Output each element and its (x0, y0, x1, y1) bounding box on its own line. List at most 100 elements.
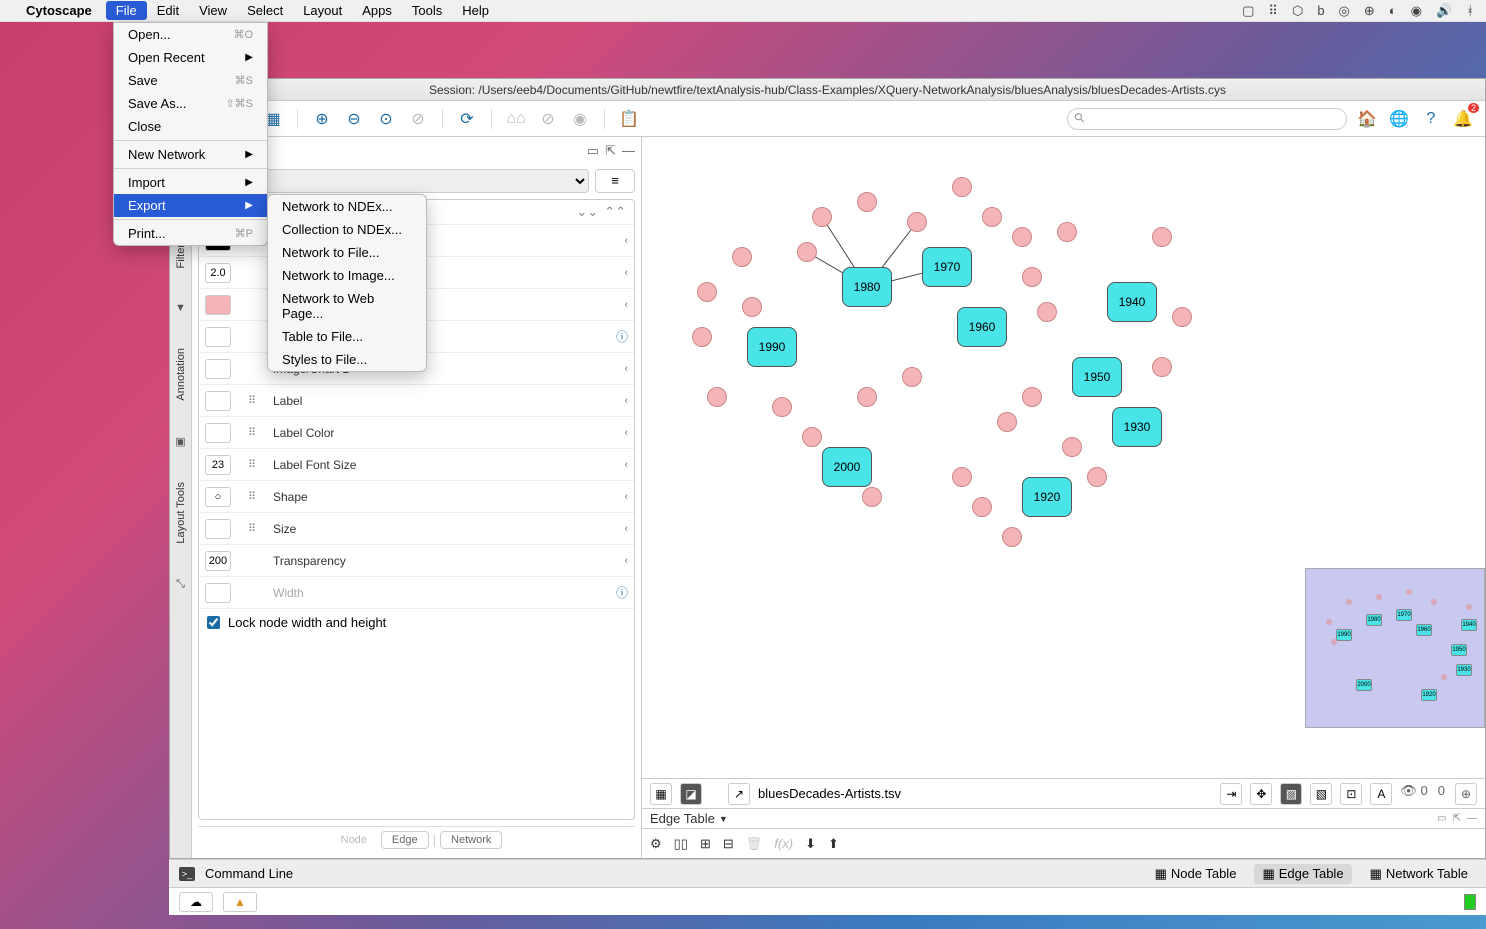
file-save[interactable]: Save⌘S (114, 69, 267, 92)
show-button[interactable]: ◉ (568, 107, 592, 131)
file-new-network[interactable]: New Network▶ (114, 143, 267, 166)
camera-icon[interactable]: ▢ (1242, 3, 1254, 19)
table-float-icon[interactable]: ▭ (1437, 813, 1446, 824)
artist-node[interactable] (1037, 302, 1057, 322)
tab-network[interactable]: Network (440, 831, 502, 849)
artist-node[interactable] (812, 207, 832, 227)
collapse-icon[interactable]: ⌃⌃ (604, 204, 626, 220)
node-1950[interactable]: 1950 (1072, 357, 1122, 397)
notifications-button[interactable]: 🔔2 (1451, 107, 1475, 131)
node-2000[interactable]: 2000 (822, 447, 872, 487)
cube-icon[interactable]: ⬡ (1292, 3, 1303, 19)
export-styles-file[interactable]: Styles to File... (268, 348, 426, 371)
command-line-label[interactable]: Command Line (205, 866, 293, 881)
popout-button[interactable]: ↗ (728, 783, 750, 805)
memory-indicator[interactable] (1464, 894, 1476, 910)
artist-node[interactable] (902, 367, 922, 387)
artist-node[interactable] (862, 487, 882, 507)
prop-transparency[interactable]: 200Transparency‹ (199, 545, 634, 577)
export-network-file[interactable]: Network to File... (268, 241, 426, 264)
zoom-in-button[interactable]: ⊕ (310, 107, 334, 131)
artist-node[interactable] (1002, 527, 1022, 547)
menu-file[interactable]: File (106, 1, 147, 20)
dot-icon[interactable]: ◉ (1411, 3, 1422, 19)
menu-layout[interactable]: Layout (293, 1, 352, 20)
artist-node[interactable] (742, 297, 762, 317)
columns-icon[interactable]: ▯▯ (674, 836, 688, 852)
artist-node[interactable] (952, 467, 972, 487)
add-col-icon[interactable]: ⊞ (700, 836, 711, 852)
export-collection-ndex[interactable]: Collection to NDEx... (268, 218, 426, 241)
hide-labels-button[interactable]: ▧ (1310, 783, 1332, 805)
artist-node[interactable] (1022, 267, 1042, 287)
file-close[interactable]: Close (114, 115, 267, 138)
file-export[interactable]: Export▶ (114, 194, 267, 217)
edge-table-tab[interactable]: ▦ Edge Table (1254, 864, 1351, 884)
artist-node[interactable] (732, 247, 752, 267)
prop-label[interactable]: ⠿Label‹ (199, 385, 634, 417)
table-min-icon[interactable]: — (1467, 813, 1477, 824)
file-import[interactable]: Import▶ (114, 171, 267, 194)
prop-size[interactable]: ⠿Size‹ (199, 513, 634, 545)
app-name[interactable]: Cytoscape (26, 3, 92, 18)
file-open[interactable]: Open...⌘O (114, 23, 267, 46)
artist-node[interactable] (857, 387, 877, 407)
tab-layout-tools[interactable]: Layout Tools (175, 478, 187, 548)
artist-node[interactable] (1152, 357, 1172, 377)
function-icon[interactable]: f(x) (774, 836, 793, 851)
always-show-button[interactable]: ▨ (1280, 783, 1302, 805)
export-button[interactable]: ⇥ (1220, 783, 1242, 805)
trash-icon[interactable]: 🗑 (746, 836, 763, 852)
expand-icon[interactable]: ⌄⌄ (576, 204, 598, 220)
artist-node[interactable] (1087, 467, 1107, 487)
file-save-as[interactable]: Save As...⇧⌘S (114, 92, 267, 115)
node-table-tab[interactable]: ▦ Node Table (1147, 864, 1245, 884)
help-button[interactable]: ? (1419, 107, 1443, 131)
artist-node[interactable] (1057, 222, 1077, 242)
fit-button[interactable]: ✥ (1250, 783, 1272, 805)
export-table-file[interactable]: Table to File... (268, 325, 426, 348)
artist-node[interactable] (1062, 437, 1082, 457)
warning-icon[interactable]: ▲ (223, 892, 257, 912)
annotation-button[interactable]: A (1370, 783, 1392, 805)
menu-apps[interactable]: Apps (352, 1, 402, 20)
dropbox-icon[interactable]: ⠿ (1268, 3, 1278, 19)
menu-help[interactable]: Help (452, 1, 499, 20)
hide-button[interactable]: ⊘ (536, 107, 560, 131)
search-input[interactable] (1067, 108, 1347, 130)
node-1990[interactable]: 1990 (747, 327, 797, 367)
artist-node[interactable] (772, 397, 792, 417)
menu-tools[interactable]: Tools (402, 1, 452, 20)
bluetooth-icon[interactable]: ᚼ (1466, 3, 1474, 18)
artist-node[interactable] (972, 497, 992, 517)
table-title[interactable]: Edge Table (650, 811, 715, 826)
artist-node[interactable] (982, 207, 1002, 227)
prop-shape[interactable]: ○⠿Shape‹ (199, 481, 634, 513)
node-1980[interactable]: 1980 (842, 267, 892, 307)
terminal-icon[interactable]: >_ (179, 867, 195, 881)
node-1940[interactable]: 1940 (1107, 282, 1157, 322)
volume-icon[interactable]: 🔊 (1436, 3, 1452, 19)
artist-node[interactable] (797, 242, 817, 262)
node-1930[interactable]: 1930 (1112, 407, 1162, 447)
artist-node[interactable] (1172, 307, 1192, 327)
globe-icon[interactable]: ⊕ (1364, 3, 1375, 19)
export-network-web[interactable]: Network to Web Page... (268, 287, 426, 325)
birds-eye-button[interactable]: ⊕ (1455, 783, 1477, 805)
table-pin-icon[interactable]: ⇱ (1453, 813, 1461, 824)
artist-node[interactable] (802, 427, 822, 447)
b-icon[interactable]: b (1317, 3, 1324, 18)
file-print[interactable]: Print...⌘P (114, 222, 267, 245)
import-icon[interactable]: ⬇ (805, 836, 816, 852)
artist-node[interactable] (707, 387, 727, 407)
minimize-icon[interactable]: — (622, 143, 635, 163)
export-icon[interactable]: ⬆ (828, 836, 839, 852)
prop-label-color[interactable]: ⠿Label Color‹ (199, 417, 634, 449)
select-button[interactable]: ⊡ (1340, 783, 1362, 805)
style-menu-button[interactable]: ≡ (595, 169, 635, 193)
artist-node[interactable] (907, 212, 927, 232)
reload-button[interactable]: ⟳ (455, 107, 479, 131)
minimap[interactable]: 1990 1980 1970 1960 1950 1940 1930 1920 … (1305, 568, 1485, 728)
info-icon[interactable]: ◐ (1389, 3, 1397, 18)
node-1960[interactable]: 1960 (957, 307, 1007, 347)
